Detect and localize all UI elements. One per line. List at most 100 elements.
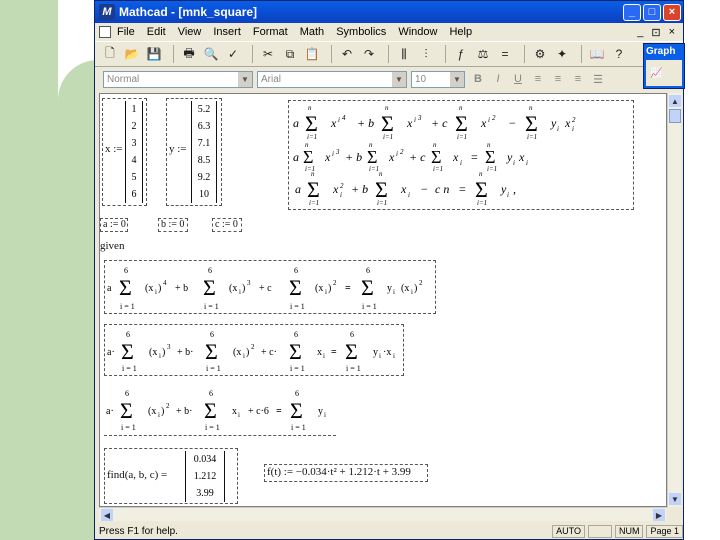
align-center-icon[interactable]: ≡ xyxy=(549,70,567,88)
insert-component-icon[interactable]: ⚙ xyxy=(531,45,549,63)
spell-check-icon[interactable]: ✓ xyxy=(224,45,242,63)
redo-icon[interactable]: ↷ xyxy=(360,45,378,63)
given-keyword[interactable]: given xyxy=(100,240,124,252)
constraint-1-region[interactable]: a Σ6i = 1 (x i) 4 + b Σ6i = 1 (x i) 3 + c Σ6… xyxy=(104,260,436,314)
status-help-text: Press F1 for help. xyxy=(99,525,178,537)
align-across-icon[interactable]: ⫼ xyxy=(395,45,413,63)
svg-text:i=1: i=1 xyxy=(369,165,379,173)
underline-button[interactable]: U xyxy=(509,70,527,88)
svg-text:): ) xyxy=(246,347,249,358)
calculate-icon[interactable]: = xyxy=(496,45,514,63)
doc-minimize-button[interactable]: _ xyxy=(637,26,643,38)
svg-text:3: 3 xyxy=(335,148,340,156)
svg-text:+ b: + b xyxy=(175,283,188,294)
svg-text:6: 6 xyxy=(366,266,370,275)
x-matrix: 1 2 3 4 5 6 xyxy=(125,101,143,203)
menu-edit[interactable]: Edit xyxy=(147,26,166,38)
normal-equations-region[interactable]: a Σ n i=1 xi4 + b Σ n i=1 xi3 + c Σ n i=1 x… xyxy=(288,100,634,210)
close-button[interactable]: × xyxy=(663,3,681,21)
align-down-icon[interactable]: ⫶ xyxy=(417,45,435,63)
scroll-thumb[interactable] xyxy=(669,109,681,123)
menu-window[interactable]: Window xyxy=(398,26,437,38)
scroll-down-icon[interactable]: ▼ xyxy=(669,493,681,505)
scroll-left-icon[interactable]: ◀ xyxy=(101,509,113,521)
cut-icon[interactable]: ✂ xyxy=(259,45,277,63)
constraint-2-region[interactable]: a· Σ6i = 1 (x i) 3 + b· Σ6i = 1 (x i) 2 + c·… xyxy=(104,324,404,376)
constraint-3-region[interactable]: a· Σ6i = 1 (x i) 2 + b· Σ6i = 1 xi + c·6 =… xyxy=(104,384,336,436)
fit-function-region[interactable]: f(t) := −0.034·t² + 1.212·t + 3.99 xyxy=(264,464,428,482)
insert-function-icon[interactable]: ƒ xyxy=(452,45,470,63)
bullets-icon[interactable]: ☰ xyxy=(589,70,607,88)
bold-button[interactable]: B xyxy=(469,70,487,88)
help-icon[interactable]: ? xyxy=(610,45,628,63)
svg-text:4: 4 xyxy=(163,279,167,287)
x-definition-region[interactable]: x := 1 2 3 4 5 6 xyxy=(102,98,147,206)
run-icon[interactable]: ✦ xyxy=(553,45,571,63)
worksheet[interactable]: x := 1 2 3 4 5 6 y := 5.2 6.3 7.1 8.5 9.… xyxy=(99,93,667,507)
print-preview-icon[interactable]: 🔍 xyxy=(202,45,220,63)
svg-text:x: x xyxy=(332,182,339,196)
open-icon[interactable]: 📂 xyxy=(123,45,141,63)
svg-text:i=1: i=1 xyxy=(309,199,319,207)
a-init-region[interactable]: a := 0 xyxy=(100,218,128,232)
menu-math[interactable]: Math xyxy=(300,26,324,38)
font-select[interactable]: Arial ▼ xyxy=(257,70,407,88)
new-icon[interactable]: 🗋 xyxy=(101,45,119,63)
svg-text:i: i xyxy=(239,288,241,296)
save-icon[interactable]: 💾 xyxy=(145,45,163,63)
document-icon[interactable] xyxy=(99,26,111,38)
svg-text:a: a xyxy=(295,182,301,196)
doc-close-button[interactable]: × xyxy=(669,26,675,38)
chevron-down-icon[interactable]: ▼ xyxy=(238,71,252,87)
doc-restore-button[interactable]: ⊡ xyxy=(651,26,660,39)
italic-button[interactable]: I xyxy=(489,70,507,88)
size-select[interactable]: 10 ▼ xyxy=(411,70,465,88)
svg-text:n: n xyxy=(308,104,312,112)
find-result-matrix: 0.034 1.212 3.99 xyxy=(185,451,225,502)
align-right-icon[interactable]: ≡ xyxy=(569,70,587,88)
minimize-button[interactable]: _ xyxy=(623,3,641,21)
svg-text:i = 1: i = 1 xyxy=(122,364,137,373)
c-init-region[interactable]: c := 0 xyxy=(212,218,242,232)
svg-text:(x: (x xyxy=(145,283,153,294)
paste-icon[interactable]: 📋 xyxy=(303,45,321,63)
svg-text:6: 6 xyxy=(126,330,130,339)
svg-text:i = 1: i = 1 xyxy=(206,364,221,373)
print-icon[interactable]: 🖶 xyxy=(180,45,198,63)
menu-file[interactable]: File xyxy=(117,26,135,38)
undo-icon[interactable]: ↶ xyxy=(338,45,356,63)
toolbar-separator xyxy=(581,45,582,63)
xy-plot-icon[interactable]: 📈 xyxy=(646,60,682,86)
menu-format[interactable]: Format xyxy=(253,26,288,38)
svg-text:6: 6 xyxy=(294,330,298,339)
horizontal-scrollbar[interactable]: ◀ ▶ xyxy=(99,507,667,521)
menu-help[interactable]: Help xyxy=(449,26,472,38)
maximize-button[interactable]: □ xyxy=(643,3,661,21)
svg-text:Σ: Σ xyxy=(289,275,302,300)
svg-text:i: i xyxy=(159,352,161,360)
resource-center-icon[interactable]: 📖 xyxy=(588,45,606,63)
svg-text:3: 3 xyxy=(167,343,171,351)
find-region[interactable]: find(a, b, c) = 0.034 1.212 3.99 xyxy=(104,448,238,504)
menu-symbolics[interactable]: Symbolics xyxy=(336,26,386,38)
insert-unit-icon[interactable]: ⚖ xyxy=(474,45,492,63)
style-select[interactable]: Normal ▼ xyxy=(103,70,253,88)
y-definition-region[interactable]: y := 5.2 6.3 7.1 8.5 9.2 10 xyxy=(166,98,222,206)
svg-text:=: = xyxy=(459,182,466,196)
svg-text:x: x xyxy=(564,116,571,130)
menu-insert[interactable]: Insert xyxy=(213,26,241,38)
b-init-region[interactable]: b := 0 xyxy=(158,218,188,232)
y-value: 10 xyxy=(199,189,209,200)
menu-view[interactable]: View xyxy=(178,26,202,38)
scroll-right-icon[interactable]: ▶ xyxy=(653,509,665,521)
scroll-up-icon[interactable]: ▲ xyxy=(669,95,681,107)
menu-bar: File Edit View Insert Format Math Symbol… xyxy=(95,23,683,41)
toolbar-separator xyxy=(173,45,174,63)
chevron-down-icon[interactable]: ▼ xyxy=(392,71,406,87)
mathcad-app-icon[interactable]: M xyxy=(99,4,115,20)
align-left-icon[interactable]: ≡ xyxy=(529,70,547,88)
copy-icon[interactable]: ⧉ xyxy=(281,45,299,63)
chevron-down-icon[interactable]: ▼ xyxy=(450,71,464,87)
svg-text:i = 1: i = 1 xyxy=(362,302,377,311)
vertical-scrollbar[interactable]: ▲ ▼ xyxy=(667,93,681,507)
